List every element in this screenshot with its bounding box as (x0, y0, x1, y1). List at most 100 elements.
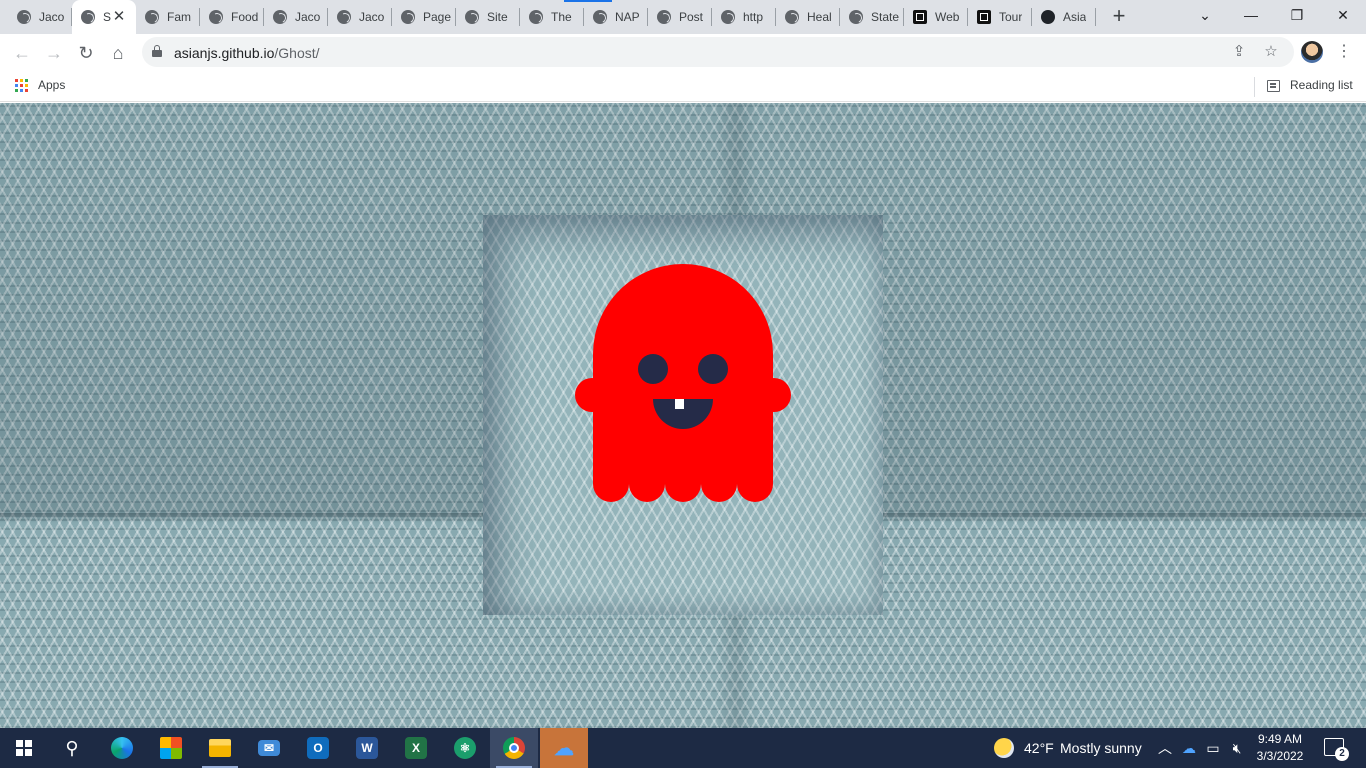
ghost-left-eye (638, 354, 668, 384)
onedrive-taskbar-button[interactable]: ☁ (540, 728, 588, 768)
windows-taskbar: ⚲ ✉ O W X ⚛ ☁ 42°F Mostly sunny ︿ ☁ ▭ 🔇︎… (0, 728, 1366, 768)
chrome-icon (503, 737, 525, 759)
tab-title: Post (679, 10, 704, 24)
volume-muted-icon[interactable]: 🔇︎ (1228, 738, 1246, 758)
weather-temperature[interactable]: 42°F (1024, 740, 1054, 756)
tab-title: Jaco (359, 10, 385, 24)
reload-button[interactable]: ↻ (72, 39, 100, 67)
tab-title: Food (231, 10, 259, 24)
edge-icon (111, 737, 133, 759)
tab-food[interactable]: Food (200, 0, 264, 34)
globe-icon (81, 10, 95, 24)
globe-icon (465, 10, 479, 24)
tab-post[interactable]: Post (648, 0, 712, 34)
forward-button[interactable]: → (40, 39, 68, 67)
github-icon (1041, 10, 1055, 24)
restore-button[interactable]: ❐ (1274, 0, 1320, 30)
apps-bookmark[interactable]: Apps (38, 78, 65, 92)
mail-taskbar-button[interactable]: ✉ (245, 728, 293, 768)
globe-icon (209, 10, 223, 24)
reading-list-button[interactable]: Reading list (1290, 78, 1353, 92)
tab-nap[interactable]: NAP (584, 0, 648, 34)
square-logo-icon (913, 10, 927, 24)
tab-title: Tour (999, 10, 1023, 24)
start-button[interactable] (0, 728, 48, 768)
tab-the[interactable]: The (520, 0, 584, 34)
weather-sun-icon[interactable] (994, 738, 1014, 758)
home-button[interactable]: ⌂ (104, 39, 132, 67)
tab-state[interactable]: State (840, 0, 904, 34)
address-bar[interactable]: asianjs.github.io/Ghost/ ⇪ ☆ (142, 37, 1294, 67)
bookmark-star-icon[interactable]: ☆ (1262, 43, 1280, 61)
tab-title: Page (423, 10, 452, 24)
cloud-icon: ☁ (554, 737, 574, 760)
arrow-right-icon: → (45, 42, 63, 63)
home-icon: ⌂ (112, 42, 124, 63)
ghost-scallop (665, 466, 701, 502)
page-background (0, 103, 1366, 728)
windows-logo-icon (16, 740, 32, 756)
url-text[interactable]: asianjs.github.io/Ghost/ (174, 45, 320, 61)
atom-icon: ⚛ (454, 737, 476, 759)
outlook-taskbar-button[interactable]: O (294, 728, 342, 768)
tab-jaco-3[interactable]: Jaco (328, 0, 392, 34)
tab-strip: Jaco S ✕ Fam Food Jaco Jaco Page Site Th… (0, 0, 1366, 34)
back-button[interactable]: ← (8, 39, 36, 67)
edge-taskbar-button[interactable] (98, 728, 146, 768)
excel-taskbar-button[interactable]: X (392, 728, 440, 768)
browser-menu-icon[interactable]: ⋮ (1336, 42, 1352, 62)
browser-toolbar: ← → ↻ ⌂ asianjs.github.io/Ghost/ ⇪ ☆ ⋮ (0, 34, 1366, 71)
minimize-button[interactable]: — (1228, 0, 1274, 30)
tab-jaco-2[interactable]: Jaco (264, 0, 328, 34)
tab-title: Web (935, 10, 960, 24)
tab-title: Heal (807, 10, 832, 24)
outlook-icon: O (307, 737, 329, 759)
bookmarks-divider (1254, 77, 1255, 97)
explorer-taskbar-button[interactable] (196, 728, 244, 768)
tab-web[interactable]: Web (904, 0, 968, 34)
tab-title: State (871, 10, 900, 24)
atom-taskbar-button[interactable]: ⚛ (441, 728, 489, 768)
mail-icon: ✉ (258, 740, 280, 756)
globe-icon (145, 10, 159, 24)
tab-http[interactable]: http (712, 0, 776, 34)
notification-center-icon[interactable]: 2 (1324, 738, 1349, 761)
ghost-scallop (593, 466, 629, 502)
globe-icon (273, 10, 287, 24)
share-icon[interactable]: ⇪ (1230, 43, 1248, 61)
ghost-body (593, 264, 773, 484)
tab-ghost-active[interactable]: S ✕ (72, 0, 136, 34)
tab-heal[interactable]: Heal (776, 0, 840, 34)
tab-tour[interactable]: Tour (968, 0, 1032, 34)
active-tab-indicator (564, 0, 612, 2)
reload-icon: ↻ (78, 42, 94, 63)
profile-avatar[interactable] (1301, 41, 1323, 63)
ghost-scallop (737, 466, 773, 502)
ghost-stage (483, 215, 883, 615)
apps-grid-icon[interactable] (15, 79, 28, 92)
notification-count: 2 (1335, 747, 1349, 761)
chevron-up-icon[interactable]: ︿ (1156, 738, 1174, 758)
tab-page[interactable]: Page (392, 0, 456, 34)
tab-title: S (103, 10, 112, 24)
globe-icon (785, 10, 799, 24)
chrome-taskbar-button[interactable] (490, 728, 538, 768)
square-logo-icon (977, 10, 991, 24)
network-icon[interactable]: ▭ (1204, 738, 1222, 758)
tab-jaco-1[interactable]: Jaco (8, 0, 72, 34)
close-tab-icon[interactable]: ✕ (111, 9, 127, 25)
tab-site[interactable]: Site (456, 0, 520, 34)
store-taskbar-button[interactable] (147, 728, 195, 768)
tab-search-button[interactable]: ⌄ (1182, 0, 1228, 30)
word-taskbar-button[interactable]: W (343, 728, 391, 768)
system-clock[interactable]: 9:49 AM 3/3/2022 (1252, 731, 1308, 765)
onedrive-tray-icon[interactable]: ☁ (1180, 738, 1198, 758)
weather-condition[interactable]: Mostly sunny (1060, 740, 1142, 756)
search-button[interactable]: ⚲ (48, 728, 96, 768)
search-icon: ⚲ (65, 737, 79, 758)
close-window-button[interactable]: ✕ (1320, 0, 1366, 30)
tab-fam[interactable]: Fam (136, 0, 200, 34)
reading-list-icon[interactable] (1267, 80, 1280, 92)
tab-asia[interactable]: Asia (1032, 0, 1096, 34)
new-tab-button[interactable]: + (1107, 5, 1131, 29)
